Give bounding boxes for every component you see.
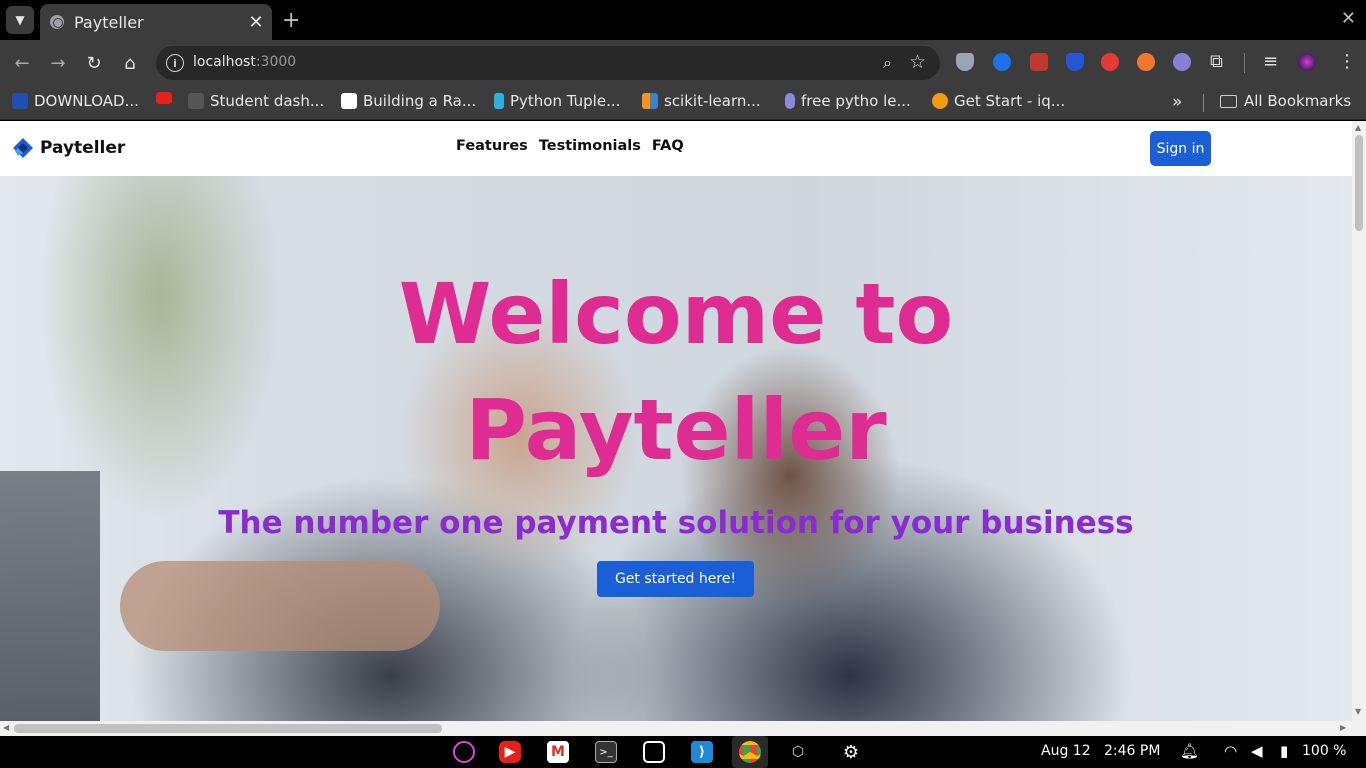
bookmark-item[interactable]: scikit-learn... <box>642 92 761 110</box>
notes-app-icon[interactable] <box>643 741 665 763</box>
medium-icon <box>341 93 357 109</box>
horizontal-scroll-thumb[interactable] <box>14 724 442 733</box>
nav-testimonials-link[interactable]: Testimonials <box>539 138 641 154</box>
site-navbar: Payteller Features Testimonials FAQ Sign… <box>0 121 1352 176</box>
extension-red-icon[interactable] <box>1030 53 1048 71</box>
chevron-down-icon: ▼ <box>15 13 25 27</box>
tab-title: Payteller <box>74 12 144 32</box>
get-started-button[interactable]: Get started here! <box>597 561 754 597</box>
bookmark-favicon-icon <box>785 93 795 109</box>
tab-search-button[interactable]: ▼ <box>6 6 34 34</box>
horizontal-scrollbar[interactable]: ◀ ▶ <box>0 721 1352 736</box>
extension-blue-shield-icon[interactable] <box>1066 53 1084 71</box>
globe-icon <box>50 15 64 29</box>
wifi-icon[interactable]: ◠ <box>1224 742 1237 760</box>
more-bookmarks-button[interactable]: » <box>1172 92 1182 112</box>
bookmark-item-youtube[interactable] <box>156 92 178 104</box>
extension-shield-icon[interactable] <box>956 53 974 71</box>
scroll-down-arrow-icon[interactable]: ▼ <box>1355 707 1361 716</box>
hero-title: Welcome to Payteller <box>0 256 1352 488</box>
scroll-right-arrow-icon[interactable]: ▶ <box>1340 723 1346 732</box>
youtube-icon[interactable]: ▶ <box>499 741 521 763</box>
bookmark-favicon-icon <box>188 93 204 109</box>
home-icon[interactable]: ⌂ <box>119 52 141 74</box>
browser-tab[interactable]: Payteller ✕ <box>40 4 272 40</box>
settings-gear-icon[interactable]: ⚙ <box>840 741 862 763</box>
volume-icon[interactable]: ◀︎ <box>1251 742 1263 760</box>
extension-ghost-icon[interactable] <box>1173 53 1191 71</box>
back-arrow-icon[interactable]: ← <box>11 52 33 74</box>
reload-icon[interactable]: ↻ <box>83 52 105 74</box>
nav-faq-link[interactable]: FAQ <box>652 138 684 154</box>
nav-features-link[interactable]: Features <box>456 138 528 154</box>
battery-percent[interactable]: 100 % <box>1302 743 1346 759</box>
address-bar[interactable]: i localhost:3000 ⌕ ☆ <box>156 46 940 80</box>
bookmark-item[interactable]: Python Tuple... <box>494 92 620 110</box>
tab-close-icon[interactable]: ✕ <box>244 12 268 33</box>
browser-toolbar: ← → ↻ ⌂ i localhost:3000 ⌕ ☆ ⧉ ≡ ⋮ <box>0 40 1366 86</box>
profile-avatar[interactable] <box>1298 53 1316 71</box>
tray-date[interactable]: Aug 12 <box>1041 743 1091 759</box>
bookmark-item[interactable]: DOWNLOAD... <box>12 92 139 110</box>
bookmark-favicon-icon <box>932 93 948 109</box>
vscode-icon[interactable]: ⟩ <box>691 741 713 763</box>
hero-photo-hand <box>120 561 440 651</box>
vertical-scroll-thumb[interactable] <box>1355 135 1363 231</box>
url-text[interactable]: localhost:3000 <box>193 54 296 70</box>
window-close-icon[interactable]: ✕ <box>1341 8 1356 29</box>
chrome-icon[interactable] <box>739 741 761 763</box>
folder-icon <box>1220 94 1237 108</box>
bookmark-favicon-icon <box>12 93 28 109</box>
all-bookmarks-button[interactable]: All Bookmarks <box>1220 92 1351 110</box>
extension-star-icon[interactable] <box>1137 53 1155 71</box>
bookmarks-divider <box>1203 94 1204 112</box>
bookmark-star-icon[interactable]: ☆ <box>909 51 926 73</box>
payteller-logo-icon <box>13 138 33 158</box>
nav-links: Features Testimonials FAQ <box>456 138 684 154</box>
sign-in-button[interactable]: Sign in <box>1150 131 1211 166</box>
toolbar-divider <box>1244 53 1245 73</box>
forward-arrow-icon[interactable]: → <box>47 52 69 74</box>
page-viewport: Payteller Features Testimonials FAQ Sign… <box>0 121 1366 736</box>
extension-stop-hand-icon[interactable] <box>1101 53 1119 71</box>
bookmarks-bar: DOWNLOAD... Student dash... Building a R… <box>0 86 1366 120</box>
system-taskbar: ▶ M >_ ⟩ ⬡ ⚙ Aug 12 2:46 PM 🔔︎ ◠ ◀︎ ▮ 10… <box>0 736 1366 768</box>
bookmark-item[interactable]: Get Start - iq... <box>932 92 1065 110</box>
gmail-icon[interactable]: M <box>547 741 569 763</box>
scroll-left-arrow-icon[interactable]: ◀ <box>3 723 9 732</box>
scroll-up-arrow-icon[interactable]: ▲ <box>1355 123 1361 132</box>
bookmark-item[interactable]: free pytho le... <box>785 92 911 110</box>
tab-strip: ▼ Payteller ✕ + ✕ <box>0 0 1366 40</box>
new-tab-button[interactable]: + <box>282 8 300 33</box>
vertical-scrollbar[interactable]: ▲ ▼ <box>1352 121 1366 736</box>
taskbar-app-circles-icon[interactable] <box>453 741 475 763</box>
battery-icon[interactable]: ▮ <box>1280 742 1288 760</box>
bookmark-item[interactable]: Student dash... <box>188 92 324 110</box>
bookmark-favicon-icon <box>642 93 658 109</box>
bookmark-favicon-icon <box>494 93 504 109</box>
zoom-icon[interactable]: ⌕ <box>883 53 892 73</box>
hero-title-line2: Payteller <box>465 381 887 479</box>
hero-subtitle: The number one payment solution for your… <box>218 505 1134 541</box>
site-info-icon[interactable]: i <box>166 54 184 72</box>
hero-title-line1: Welcome to <box>398 265 954 363</box>
extensions-puzzle-icon[interactable]: ⧉ <box>1210 51 1223 72</box>
youtube-icon <box>156 92 172 104</box>
brand-name: Payteller <box>40 138 126 158</box>
tray-time[interactable]: 2:46 PM <box>1104 743 1160 759</box>
bookmark-item[interactable]: Building a Ra... <box>341 92 476 110</box>
media-control-icon[interactable]: ≡ <box>1263 51 1278 72</box>
brand-link[interactable]: Payteller <box>12 137 125 159</box>
extension-shazam-icon[interactable] <box>993 53 1011 71</box>
browser-menu-icon[interactable]: ⋮ <box>1338 51 1356 72</box>
notification-bell-icon[interactable]: 🔔︎ <box>1180 742 1199 760</box>
taskbar-app-cube-icon[interactable]: ⬡ <box>787 741 809 763</box>
terminal-icon[interactable]: >_ <box>595 741 617 763</box>
